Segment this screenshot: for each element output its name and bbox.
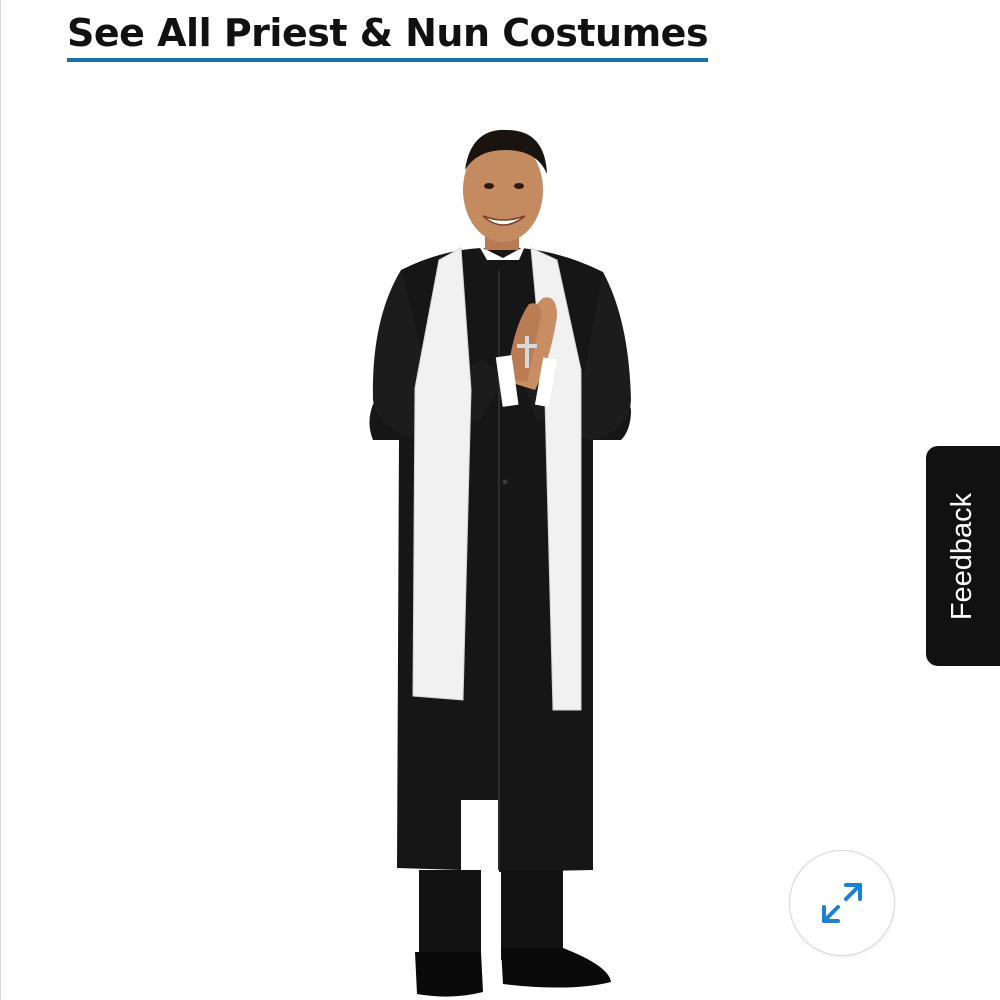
feedback-label: Feedback [946,492,979,620]
feedback-tab[interactable]: Feedback [926,446,1000,666]
see-all-costumes-link[interactable]: See All Priest & Nun Costumes [67,8,709,62]
product-page: See All Priest & Nun Costumes Feedback [0,0,1000,1000]
expand-image-button[interactable] [789,850,895,956]
product-image[interactable] [331,120,671,1000]
expand-arrows-icon [822,883,862,923]
